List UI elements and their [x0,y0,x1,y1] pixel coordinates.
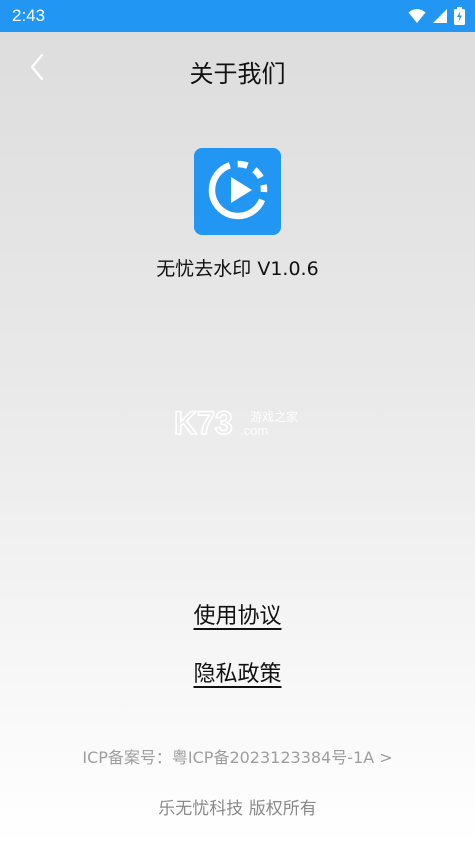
wifi-icon [408,8,426,28]
privacy-policy-link-row: 隐私政策 [0,656,475,688]
privacy-policy-link[interactable]: 隐私政策 [193,662,281,687]
watermark-brand: K73 [174,405,233,441]
status-time: 2:43 [12,6,46,25]
play-circle-icon [205,157,271,227]
user-agreement-link-row: 使用协议 [0,598,475,630]
copyright-text: 乐无忧科技 版权所有 [158,799,317,819]
app-logo [194,148,281,235]
page-title: 关于我们 [189,60,286,88]
header: 关于我们 [0,40,475,98]
app-name-version: 无忧去水印 V1.0.6 [156,258,319,280]
status-icons [408,7,465,29]
icp-filing-link[interactable]: ICP备案号：粤ICP备2023123384号-1A > [0,744,475,768]
watermark-domain: .com [240,423,268,438]
user-agreement-link[interactable]: 使用协议 [193,604,281,629]
k73-watermark-logo: K73 游戏之家 .com [173,402,304,442]
status-bar: 2:43 [0,0,475,32]
battery-charging-icon [454,7,465,29]
signal-icon [432,8,448,28]
watermark-sub: 游戏之家 [250,409,298,424]
